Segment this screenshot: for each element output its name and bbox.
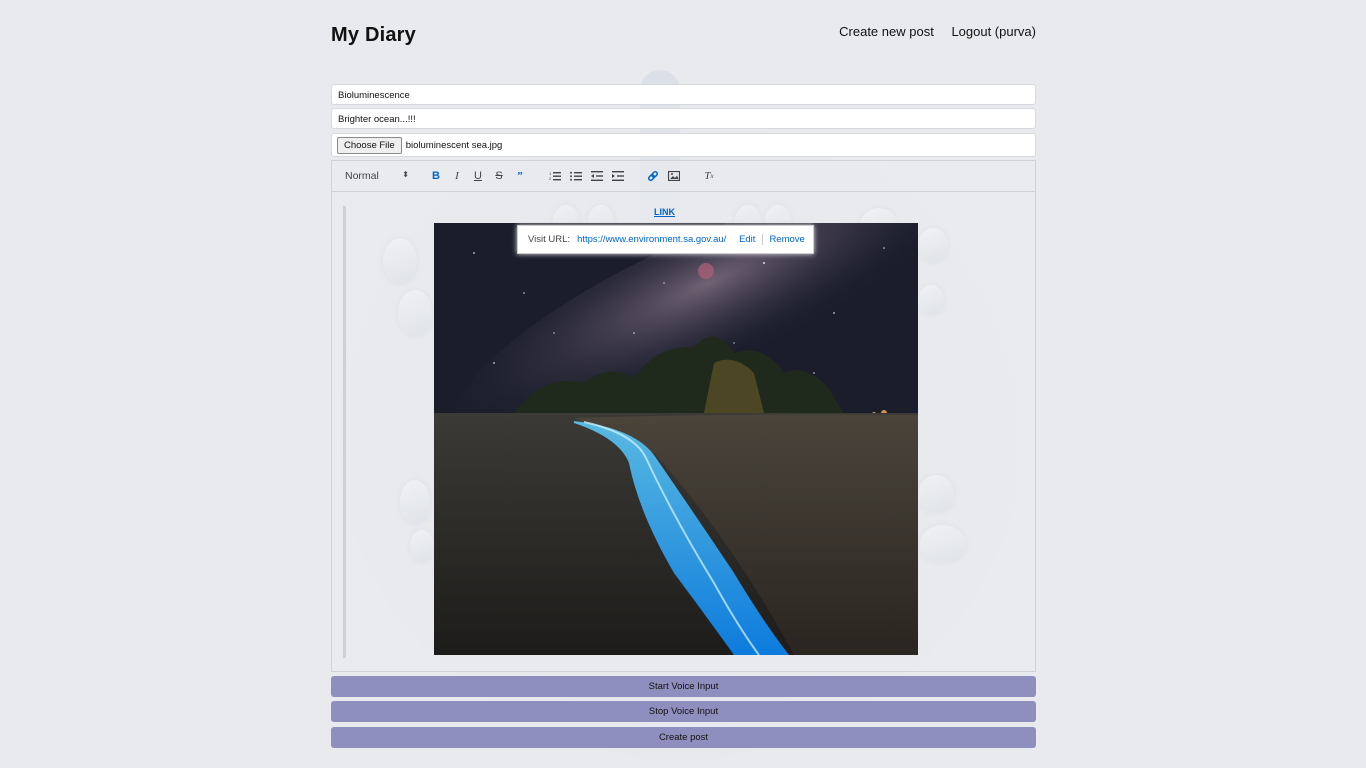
editor-toolbar: Normal ⬍ B I U S ” 12 T x	[332, 161, 1035, 192]
stop-voice-input-button[interactable]: Stop Voice Input	[331, 701, 1036, 722]
tooltip-url-link[interactable]: https://www.environment.sa.gov.au/	[577, 234, 729, 245]
create-new-post-link[interactable]: Create new post	[839, 24, 934, 39]
editor-content[interactable]: LINK Visit URL: https://www.environment.…	[332, 192, 1035, 670]
italic-icon[interactable]: I	[448, 167, 466, 185]
clean-format-icon[interactable]: Tx	[700, 167, 718, 185]
file-input: Choose File bioluminescent sea.jpg	[331, 133, 1036, 157]
choose-file-button[interactable]: Choose File	[337, 136, 402, 154]
title-input[interactable]: Bioluminescence	[331, 84, 1036, 105]
file-name: bioluminescent sea.jpg	[405, 139, 503, 151]
underline-icon[interactable]: U	[469, 167, 487, 185]
tooltip-divider	[762, 234, 764, 245]
svg-text:2: 2	[549, 176, 552, 181]
subtitle-input[interactable]: Brighter ocean...!!!	[331, 108, 1036, 129]
header: My Diary Create new post Logout (purva)	[331, 0, 1036, 70]
visit-url-label: Visit URL:	[528, 234, 571, 245]
editor-link[interactable]: LINK	[654, 207, 675, 217]
ordered-list-icon[interactable]: 12	[546, 167, 564, 185]
link-tooltip: Visit URL: https://www.environment.sa.go…	[517, 225, 814, 254]
start-voice-input-button[interactable]: Start Voice Input	[331, 676, 1036, 697]
header-format-select[interactable]: Normal ⬍	[345, 170, 409, 182]
link-icon[interactable]	[644, 167, 662, 185]
outdent-icon[interactable]	[588, 167, 606, 185]
tooltip-edit-link[interactable]: Edit	[739, 234, 755, 245]
indent-icon[interactable]	[609, 167, 627, 185]
bioluminescent-beach-image	[434, 223, 918, 655]
tooltip-remove-link[interactable]: Remove	[769, 234, 804, 245]
nav-bar: Create new post Logout (purva)	[825, 24, 1036, 39]
bullet-list-icon[interactable]	[567, 167, 585, 185]
select-arrows-icon: ⬍	[402, 170, 409, 179]
page-container: My Diary Create new post Logout (purva) …	[331, 0, 1036, 748]
create-post-button[interactable]: Create post	[331, 727, 1036, 748]
image-icon[interactable]	[665, 167, 683, 185]
blockquote-border	[343, 206, 346, 658]
page-title: My Diary	[331, 24, 416, 46]
bold-icon[interactable]: B	[427, 167, 445, 185]
rich-text-editor: Normal ⬍ B I U S ” 12 T x LINK Visit URL…	[331, 160, 1036, 672]
strike-icon[interactable]: S	[490, 167, 508, 185]
logout-link[interactable]: Logout (purva)	[951, 24, 1036, 39]
blockquote-icon[interactable]: ”	[511, 167, 529, 185]
header-format-value: Normal	[345, 170, 379, 182]
